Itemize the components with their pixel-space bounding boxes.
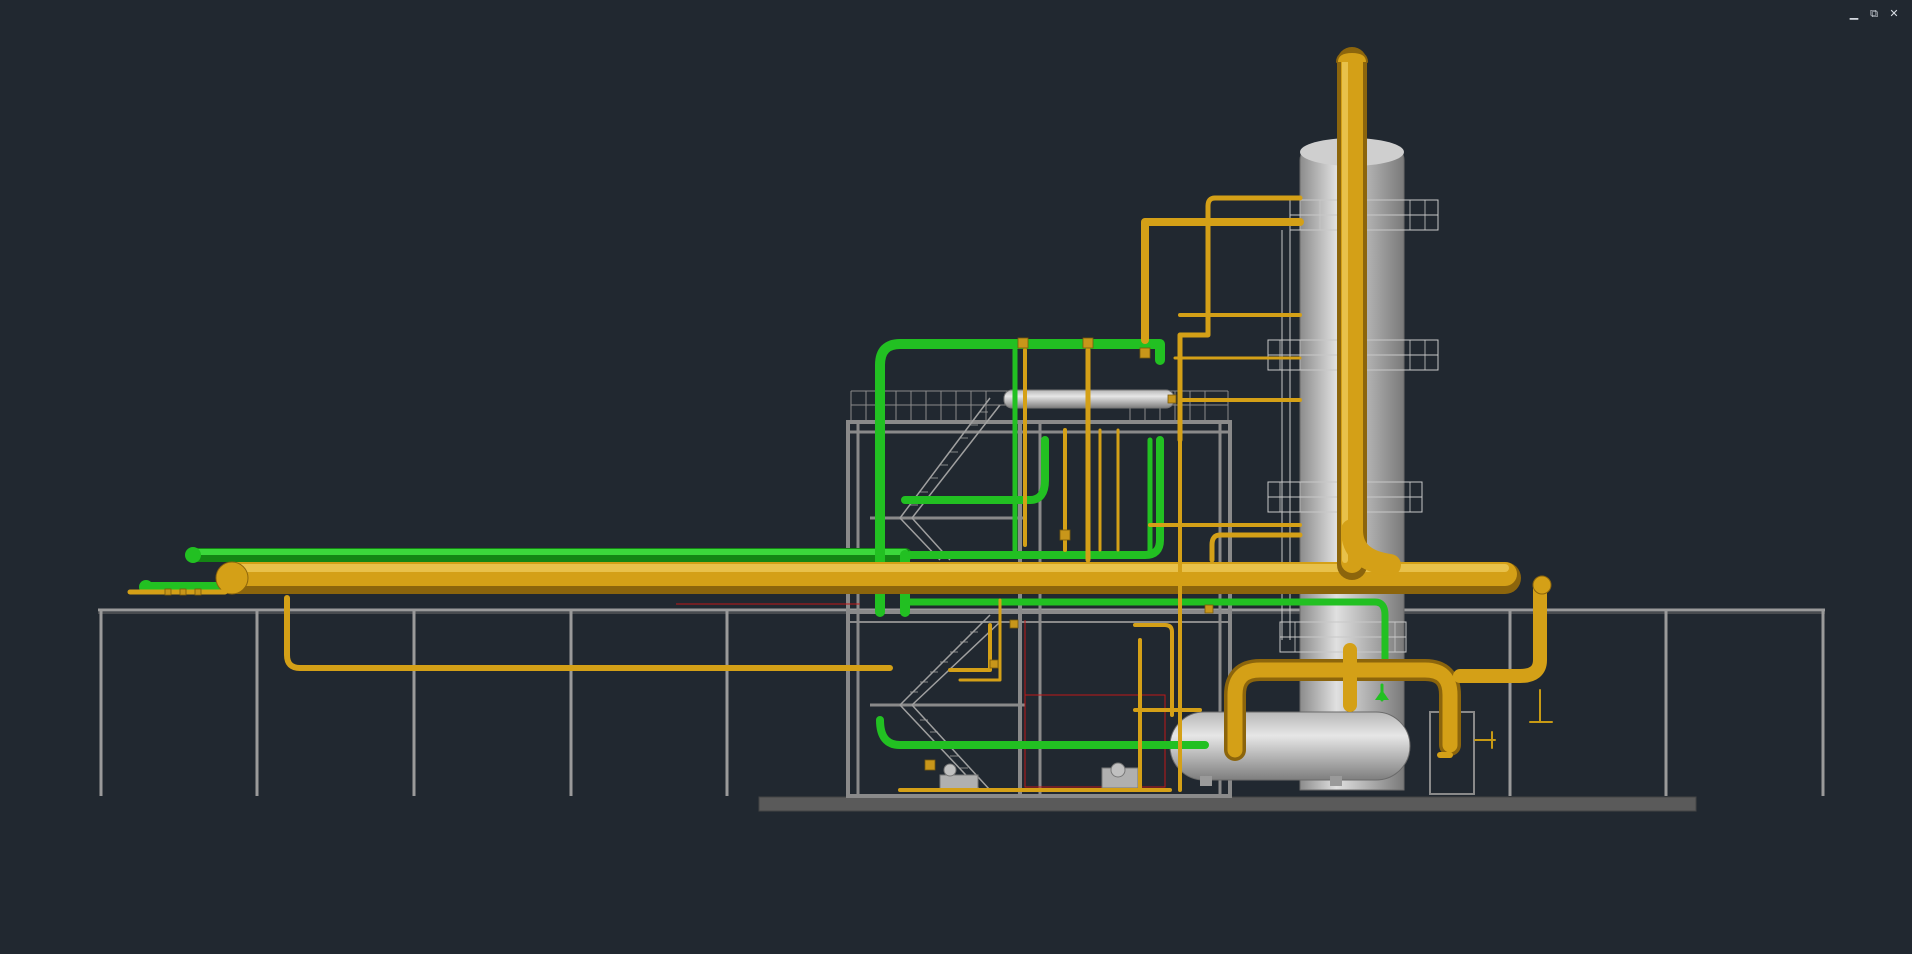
restore-button[interactable]: ⧉: [1868, 8, 1880, 20]
plant-model-scene[interactable]: [0, 0, 1912, 954]
window-controls: ▁ ⧉ ✕: [1848, 8, 1900, 20]
model-viewport[interactable]: ▁ ⧉ ✕: [0, 0, 1912, 954]
foundation-slab: [758, 796, 1697, 812]
red-reference-lines: [676, 603, 1166, 788]
minimize-button[interactable]: ▁: [1848, 8, 1860, 20]
green-pipes: [139, 339, 1389, 749]
close-button[interactable]: ✕: [1888, 8, 1900, 20]
yellow-pipes: [127, 47, 1553, 792]
